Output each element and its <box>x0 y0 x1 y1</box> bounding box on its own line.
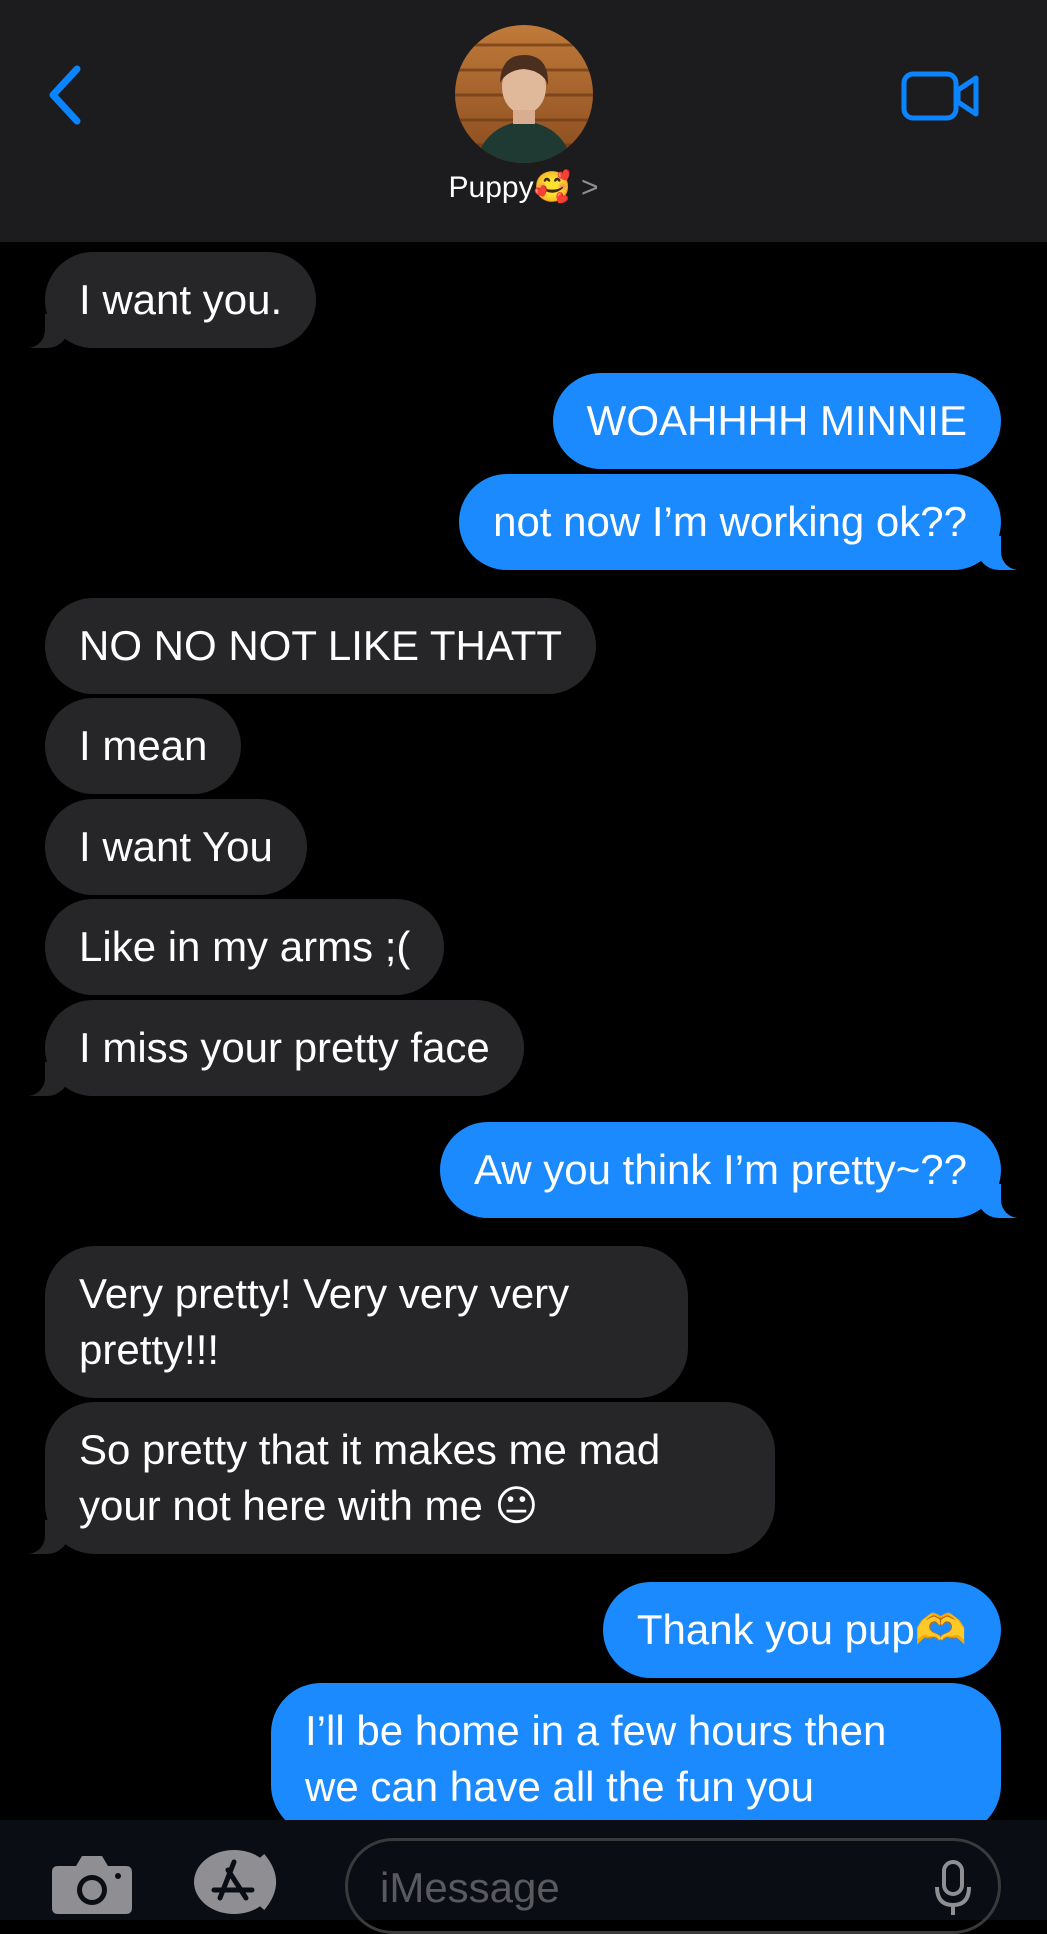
message-text: I want you. <box>79 276 283 323</box>
video-camera-icon <box>901 71 979 121</box>
received-message[interactable]: I want You <box>45 799 307 895</box>
message-text: I want You <box>79 823 273 870</box>
message-text-line: So pretty that it makes me mad <box>79 1426 661 1473</box>
message-text: NO NO NOT LIKE THATT <box>79 622 563 669</box>
received-message[interactable]: I want you. <box>14 252 317 348</box>
app-drawer-button[interactable] <box>192 1848 298 1916</box>
camera-button[interactable] <box>50 1850 134 1916</box>
app-store-icon <box>194 1850 276 1914</box>
contact-name: Puppy🥰 <box>448 171 571 204</box>
received-message[interactable]: Very pretty! Very very very pretty!!! <box>45 1246 688 1398</box>
received-message[interactable]: So pretty that it makes me mad your not … <box>15 1402 775 1554</box>
received-message[interactable]: NO NO NOT LIKE THATT <box>45 598 597 694</box>
sent-message[interactable]: Thank you pup🫶 <box>602 1582 1001 1678</box>
conversation-header: Puppy🥰 > <box>0 0 1047 242</box>
message-text: WOAHHHH MINNIE <box>586 397 967 444</box>
message-text: not now I’m working ok?? <box>493 498 967 545</box>
camera-icon <box>52 1856 132 1914</box>
contact-name-button[interactable]: Puppy🥰 > <box>0 170 1047 205</box>
sent-message[interactable]: not now I’m working ok?? <box>459 474 1031 570</box>
facetime-video-button[interactable] <box>900 68 982 124</box>
message-text-line: pretty!!! <box>79 1326 220 1373</box>
message-text-line: Very pretty! Very very very <box>79 1270 570 1317</box>
sent-message[interactable]: Aw you think I’m pretty~?? <box>440 1122 1031 1218</box>
contact-avatar[interactable] <box>455 25 593 163</box>
message-text-line: we can have all the fun you <box>305 1763 815 1810</box>
received-message[interactable]: Like in my arms ;( <box>45 899 445 995</box>
microphone-icon <box>935 1860 971 1915</box>
message-input[interactable] <box>378 1855 922 1921</box>
message-text: Aw you think I’m pretty~?? <box>474 1146 967 1193</box>
message-list[interactable]: I want you. WOAHHHH MINNIE not now I’m w… <box>0 242 1047 1820</box>
back-button[interactable] <box>40 60 90 130</box>
message-text: Thank you pup🫶 <box>636 1606 967 1653</box>
message-text: Like in my arms ;( <box>79 923 411 970</box>
received-message[interactable]: I miss your pretty face <box>15 1000 524 1096</box>
message-text-line: I’ll be home in a few hours then <box>305 1707 887 1754</box>
dictation-button[interactable] <box>933 1859 973 1919</box>
composer-bar <box>0 1820 1047 1934</box>
message-text: I mean <box>79 722 208 769</box>
sent-message[interactable]: WOAHHHH MINNIE <box>552 373 1001 469</box>
chevron-right-icon: > <box>580 170 599 204</box>
message-text: I miss your pretty face <box>79 1024 490 1071</box>
received-message[interactable]: I mean <box>45 698 242 794</box>
chevron-left-icon <box>49 65 81 125</box>
message-text-line: your not here with me 😐 <box>79 1482 539 1529</box>
sent-message[interactable]: I’ll be home in a few hours then we can … <box>271 1683 1001 1820</box>
